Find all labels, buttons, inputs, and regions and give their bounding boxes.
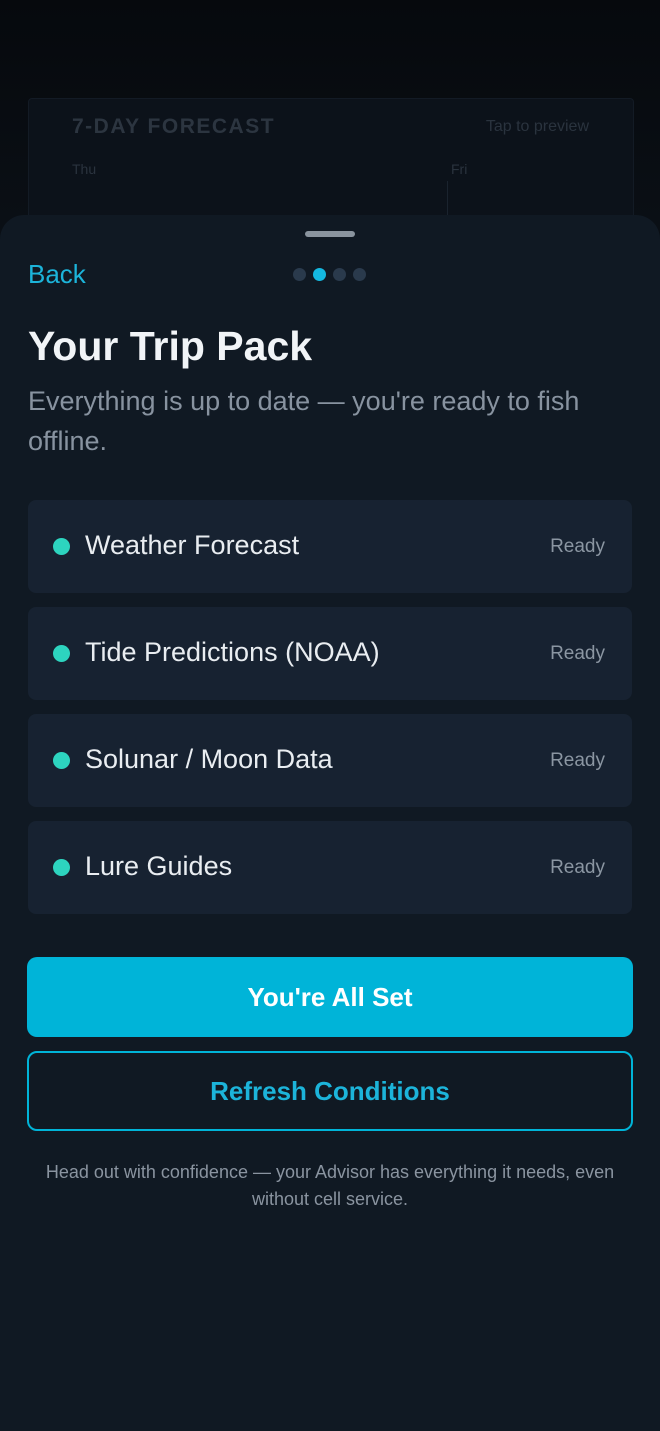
- list-item: Solunar / Moon Data Ready: [28, 714, 632, 807]
- pager-dot-3: [333, 268, 346, 281]
- pager-dot-2-active: [313, 268, 326, 281]
- pager-dots: [293, 268, 366, 281]
- ready-status-dot-icon: [53, 752, 70, 769]
- forecast-hint: Tap to preview: [485, 118, 589, 135]
- pager-dot-1: [293, 268, 306, 281]
- item-status: Ready: [550, 536, 605, 557]
- back-button[interactable]: Back: [28, 259, 86, 290]
- ready-status-dot-icon: [53, 859, 70, 876]
- ready-status-dot-icon: [53, 645, 70, 662]
- item-name: Lure Guides: [85, 851, 233, 881]
- screen: 7-DAY FORECAST Tap to preview Thu Fri Ba…: [0, 0, 660, 1431]
- forecast-day-fri: Fri: [451, 161, 468, 177]
- pack-items-list: Weather Forecast Ready Tide Predictions …: [28, 500, 632, 928]
- page-subtitle: Everything is up to date — you're ready …: [28, 386, 580, 456]
- item-name: Tide Predictions (NOAA): [85, 637, 380, 667]
- item-name: Weather Forecast: [85, 530, 300, 560]
- pager-dot-4: [353, 268, 366, 281]
- page-title: Your Trip Pack: [28, 323, 313, 369]
- refresh-conditions-button[interactable]: Refresh Conditions: [27, 1051, 633, 1131]
- ready-status-dot-icon: [53, 538, 70, 555]
- forecast-title: 7-DAY FORECAST: [72, 115, 276, 138]
- item-status: Ready: [550, 857, 605, 878]
- trip-pack-sheet: Back Your Trip Pack Everything is up to …: [0, 215, 660, 1431]
- list-item: Lure Guides Ready: [28, 821, 632, 914]
- list-item: Weather Forecast Ready: [28, 500, 632, 593]
- item-status: Ready: [550, 643, 605, 664]
- footnote: Head out with confidence — your Advisor …: [45, 1162, 615, 1209]
- forecast-day-thu: Thu: [72, 161, 97, 177]
- sheet-grabber-handle[interactable]: [305, 231, 355, 237]
- item-status: Ready: [550, 750, 605, 771]
- all-set-button[interactable]: You're All Set: [27, 957, 633, 1037]
- item-name: Solunar / Moon Data: [85, 744, 333, 774]
- list-item: Tide Predictions (NOAA) Ready: [28, 607, 632, 700]
